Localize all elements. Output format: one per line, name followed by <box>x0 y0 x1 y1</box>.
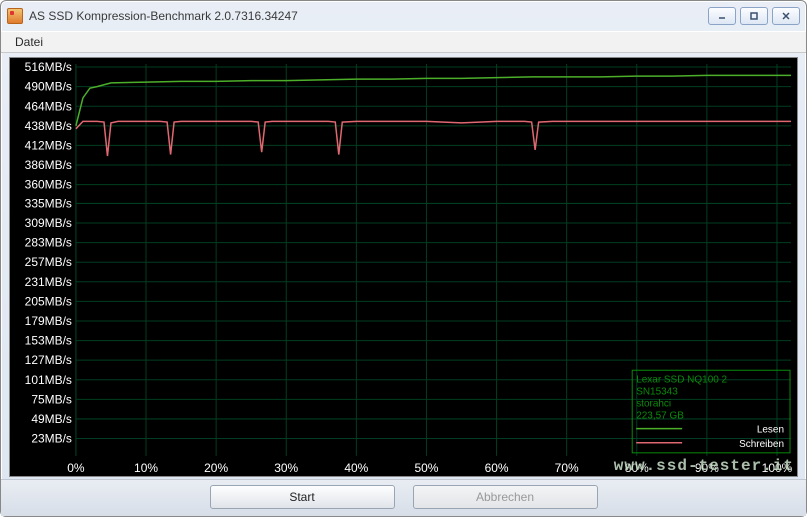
svg-text:127MB/s: 127MB/s <box>25 353 72 367</box>
maximize-icon <box>749 11 759 21</box>
minimize-icon <box>717 11 727 21</box>
svg-text:SN15343: SN15343 <box>636 386 678 397</box>
titlebar[interactable]: AS SSD Kompression-Benchmark 2.0.7316.34… <box>1 1 806 31</box>
svg-text:23MB/s: 23MB/s <box>31 432 72 446</box>
svg-text:283MB/s: 283MB/s <box>25 236 72 250</box>
svg-text:40%: 40% <box>344 461 368 475</box>
svg-text:100%: 100% <box>762 461 793 475</box>
svg-text:101MB/s: 101MB/s <box>25 373 72 387</box>
svg-text:309MB/s: 309MB/s <box>25 216 72 230</box>
svg-text:Lexar SSD NQ100 2: Lexar SSD NQ100 2 <box>636 374 727 385</box>
app-icon <box>7 8 23 24</box>
chart-svg: 23MB/s 49MB/s 75MB/s 101MB/s 127MB/s 153MB/s 1… <box>10 58 797 476</box>
svg-text:360MB/s: 360MB/s <box>25 178 72 192</box>
svg-text:205MB/s: 205MB/s <box>25 294 72 308</box>
svg-text:464MB/s: 464MB/s <box>25 99 72 113</box>
close-button[interactable] <box>772 7 800 25</box>
svg-text:75MB/s: 75MB/s <box>31 392 72 406</box>
maximize-button[interactable] <box>740 7 768 25</box>
svg-text:Lesen: Lesen <box>757 425 784 436</box>
svg-text:179MB/s: 179MB/s <box>25 314 72 328</box>
svg-text:storahci: storahci <box>636 398 671 409</box>
menubar: Datei <box>1 31 806 53</box>
svg-text:438MB/s: 438MB/s <box>25 119 72 133</box>
start-button[interactable]: Start <box>210 485 395 509</box>
svg-text:70%: 70% <box>555 461 579 475</box>
menu-file[interactable]: Datei <box>9 33 49 51</box>
svg-text:231MB/s: 231MB/s <box>25 275 72 289</box>
bottom-bar: Start Abbrechen <box>1 479 806 516</box>
svg-text:50%: 50% <box>414 461 438 475</box>
svg-text:257MB/s: 257MB/s <box>25 255 72 269</box>
minimize-button[interactable] <box>708 7 736 25</box>
svg-text:90%: 90% <box>695 461 719 475</box>
chart-area: 23MB/s 49MB/s 75MB/s 101MB/s 127MB/s 153MB/s 1… <box>9 57 798 477</box>
svg-text:80%: 80% <box>625 461 649 475</box>
svg-text:0%: 0% <box>67 461 85 475</box>
svg-text:49MB/s: 49MB/s <box>31 412 72 426</box>
svg-text:516MB/s: 516MB/s <box>25 60 72 74</box>
window-title: AS SSD Kompression-Benchmark 2.0.7316.34… <box>29 9 298 23</box>
svg-text:30%: 30% <box>274 461 298 475</box>
svg-text:386MB/s: 386MB/s <box>25 158 72 172</box>
svg-text:490MB/s: 490MB/s <box>25 80 72 94</box>
svg-text:335MB/s: 335MB/s <box>25 196 72 210</box>
svg-text:153MB/s: 153MB/s <box>25 334 72 348</box>
svg-text:60%: 60% <box>485 461 509 475</box>
svg-text:20%: 20% <box>204 461 228 475</box>
svg-text:412MB/s: 412MB/s <box>25 138 72 152</box>
svg-text:Schreiben: Schreiben <box>739 439 784 450</box>
svg-text:223,57 GB: 223,57 GB <box>636 411 684 422</box>
cancel-button[interactable]: Abbrechen <box>413 485 598 509</box>
close-icon <box>781 11 791 21</box>
app-window: AS SSD Kompression-Benchmark 2.0.7316.34… <box>0 0 807 517</box>
svg-text:10%: 10% <box>134 461 158 475</box>
